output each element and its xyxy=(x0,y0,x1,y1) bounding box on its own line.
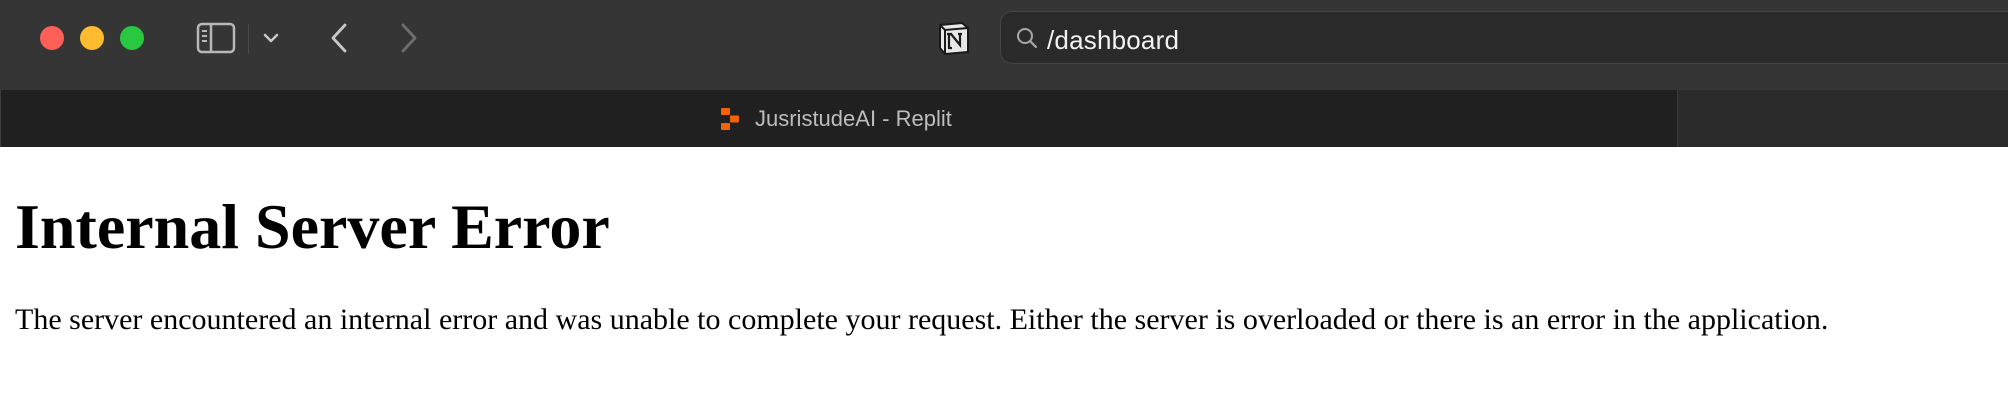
error-message: The server encountered an internal error… xyxy=(15,303,1829,336)
back-button[interactable] xyxy=(322,20,356,56)
tab-active[interactable]: JusristudeAI - Replit xyxy=(0,90,1678,147)
window-maximize-button[interactable] xyxy=(120,26,144,50)
browser-toolbar: /dashboard xyxy=(0,0,2008,91)
replit-favicon xyxy=(721,108,739,130)
url-text[interactable]: /dashboard xyxy=(1047,25,1179,56)
notion-icon[interactable] xyxy=(934,18,974,58)
sidebar-menu-button[interactable] xyxy=(256,20,286,56)
forward-arrow-icon xyxy=(401,23,417,53)
tab-title: JusristudeAI - Replit xyxy=(755,106,952,131)
toolbar-divider xyxy=(248,24,249,54)
chevron-down-icon xyxy=(263,33,279,43)
window-minimize-button[interactable] xyxy=(80,26,104,50)
sidebar-toggle-button[interactable] xyxy=(194,20,238,56)
search-icon xyxy=(1017,28,1038,49)
tab-bar: JusristudeAI - Replit xyxy=(0,90,2008,147)
back-arrow-icon xyxy=(331,23,347,53)
sidebar-toggle-icon xyxy=(196,22,236,54)
address-bar[interactable]: /dashboard xyxy=(1000,11,2008,64)
window-close-button[interactable] xyxy=(40,26,64,50)
error-heading: Internal Server Error xyxy=(15,191,610,262)
forward-button[interactable] xyxy=(392,20,426,56)
page-content: Internal Server Error The server encount… xyxy=(0,147,2008,406)
tab-bar-empty-area xyxy=(1678,90,2008,147)
